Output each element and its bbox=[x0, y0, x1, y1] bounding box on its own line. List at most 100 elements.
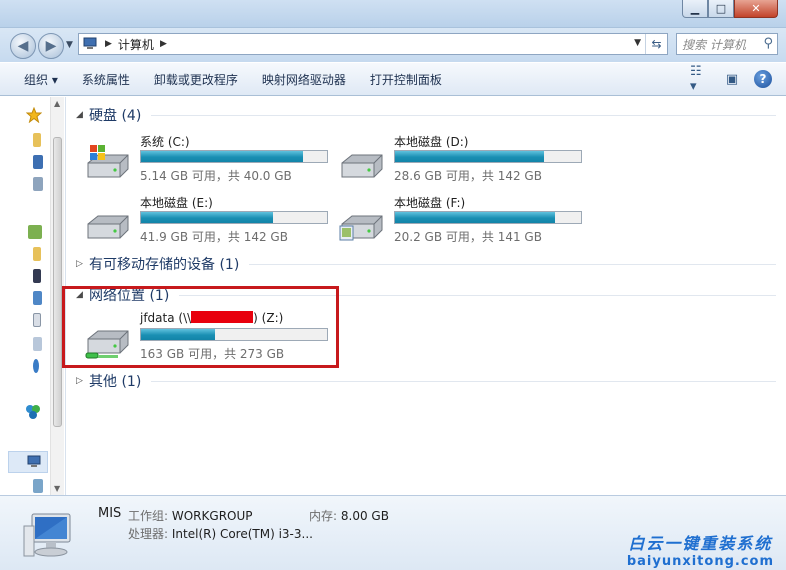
workgroup-label: 工作组: bbox=[128, 509, 169, 523]
scroll-up-icon[interactable]: ▲ bbox=[54, 99, 60, 108]
group-divider bbox=[151, 114, 776, 116]
nav-item-computer-selected[interactable] bbox=[8, 451, 48, 473]
system-drive-icon bbox=[87, 145, 129, 178]
expand-arrow-icon[interactable]: ▷ bbox=[76, 376, 89, 386]
drive-name: 本地磁盘 (E:) bbox=[140, 196, 213, 210]
group-label: 有可移动存储的设备 (1) bbox=[89, 257, 240, 273]
collapse-arrow-icon[interactable]: ◢ bbox=[76, 110, 89, 120]
window-controls: ▁ □ ✕ bbox=[682, 0, 778, 20]
close-button[interactable]: ✕ bbox=[734, 0, 778, 18]
workgroup-value: WORKGROUP bbox=[171, 509, 253, 523]
drive-d[interactable]: 本地磁盘 (D:) 28.6 GB 可用，共 142 GB bbox=[338, 133, 588, 187]
drive-free-space: 5.14 GB 可用，共 40.0 GB bbox=[140, 169, 292, 183]
memory-row: 内存: 8.00 GB bbox=[309, 507, 389, 524]
minimize-button[interactable]: ▁ bbox=[682, 0, 708, 18]
recent-pages-dropdown[interactable]: ▼ bbox=[66, 40, 73, 50]
drive-c[interactable]: 系统 (C:) 5.14 GB 可用，共 40.0 GB bbox=[84, 133, 334, 187]
breadcrumb-chevron-icon[interactable]: ▶ bbox=[105, 39, 112, 49]
drive-name: 本地磁盘 (D:) bbox=[394, 135, 469, 149]
computer-monitor-icon bbox=[23, 513, 71, 557]
title-bar: ▁ □ ✕ bbox=[0, 0, 786, 28]
command-bar: 组织 ▾ 系统属性 卸载或更改程序 映射网络驱动器 打开控制面板 ☷ ▾ ▣ ? bbox=[0, 62, 786, 96]
arrow-right-icon: ▶ bbox=[45, 38, 57, 54]
folder-icon[interactable] bbox=[33, 133, 41, 147]
group-header-removable[interactable]: ▷ 有可移动存储的设备 (1) bbox=[76, 254, 776, 274]
videos-icon[interactable] bbox=[33, 269, 41, 283]
documents-icon[interactable] bbox=[33, 313, 41, 327]
search-input[interactable]: 搜索 计算机 ⚲ bbox=[676, 33, 778, 55]
arrow-left-icon: ◀ bbox=[17, 38, 29, 54]
hard-disk-icon bbox=[339, 215, 383, 241]
group-divider bbox=[249, 263, 776, 265]
folder-icon[interactable] bbox=[33, 247, 41, 261]
hard-disk-icon bbox=[87, 215, 129, 239]
view-options-icon[interactable]: ☷ ▾ bbox=[690, 64, 710, 94]
search-placeholder: 搜索 计算机 bbox=[682, 37, 746, 52]
hard-disk-icon bbox=[341, 154, 383, 178]
expand-arrow-icon[interactable]: ▷ bbox=[76, 259, 89, 269]
memory-label: 内存: bbox=[309, 509, 338, 523]
recent-places-icon[interactable] bbox=[33, 177, 43, 191]
address-dropdown-icon[interactable]: ▼ bbox=[634, 38, 641, 48]
processor-value: Intel(R) Core(TM) i3-3... bbox=[171, 527, 313, 541]
capacity-bar-fill bbox=[141, 212, 274, 223]
map-network-drive-button[interactable]: 映射网络驱动器 bbox=[250, 71, 358, 88]
desktop-icon[interactable] bbox=[33, 155, 43, 169]
processor-label: 处理器: bbox=[128, 527, 169, 541]
preview-pane-icon[interactable]: ▣ bbox=[722, 69, 742, 89]
navigation-pane: ▲ ▼ bbox=[0, 97, 66, 495]
capacity-bar-fill bbox=[141, 151, 303, 162]
search-icon[interactable]: ⚲ bbox=[763, 36, 773, 51]
refresh-button[interactable]: ⇆ bbox=[645, 34, 667, 54]
drive-free-space: 41.9 GB 可用，共 142 GB bbox=[140, 230, 288, 244]
group-header-hard-disks[interactable]: ◢ 硬盘 (4) bbox=[76, 105, 776, 125]
memory-value: 8.00 GB bbox=[340, 509, 389, 523]
computer-icon bbox=[83, 37, 97, 49]
capacity-bar bbox=[394, 211, 582, 224]
highlight-annotation bbox=[62, 286, 339, 368]
computer-icon bbox=[27, 455, 41, 467]
help-icon[interactable]: ? bbox=[754, 70, 772, 88]
drive-f[interactable]: 本地磁盘 (F:) 20.2 GB 可用，共 141 GB bbox=[338, 194, 588, 248]
group-label: 硬盘 (4) bbox=[89, 108, 142, 124]
group-label: 其他 (1) bbox=[89, 374, 142, 390]
processor-row: 处理器: Intel(R) Core(TM) i3-3... bbox=[128, 525, 313, 542]
libraries-icon[interactable] bbox=[28, 225, 42, 239]
forward-button[interactable]: ▶ bbox=[38, 33, 64, 59]
address-bar-row: ◀ ▶ ▼ ▶ 计算机 ▶ ▼ ⇆ 搜索 计算机 ⚲ bbox=[0, 28, 786, 62]
homegroup-icon[interactable] bbox=[24, 403, 42, 421]
capacity-bar-fill bbox=[395, 212, 555, 223]
drive-name: 本地磁盘 (F:) bbox=[394, 196, 466, 210]
computer-name: MIS bbox=[98, 506, 122, 521]
network-folder-icon[interactable] bbox=[33, 337, 42, 351]
drive-name: 系统 (C:) bbox=[140, 135, 190, 149]
address-field[interactable]: ▶ 计算机 ▶ ▼ ⇆ bbox=[78, 33, 668, 55]
group-header-other[interactable]: ▷ 其他 (1) bbox=[76, 371, 776, 391]
watermark: 白云一键重装系统 baiyunxitong.com bbox=[627, 530, 774, 569]
drive-free-space: 20.2 GB 可用，共 141 GB bbox=[394, 230, 542, 244]
scroll-down-icon[interactable]: ▼ bbox=[54, 484, 60, 493]
system-properties-button[interactable]: 系统属性 bbox=[70, 71, 142, 88]
drive-free-space: 28.6 GB 可用，共 142 GB bbox=[394, 169, 542, 183]
maximize-button[interactable]: □ bbox=[708, 0, 734, 18]
drive-e[interactable]: 本地磁盘 (E:) 41.9 GB 可用，共 142 GB bbox=[84, 194, 334, 248]
favorites-star-icon[interactable] bbox=[26, 107, 42, 123]
capacity-bar-fill bbox=[395, 151, 544, 162]
back-button[interactable]: ◀ bbox=[10, 33, 36, 59]
capacity-bar bbox=[140, 211, 328, 224]
network-icon[interactable] bbox=[33, 479, 43, 493]
breadcrumb-computer[interactable]: 计算机 bbox=[118, 36, 154, 53]
workgroup-row: 工作组: WORKGROUP bbox=[128, 507, 253, 524]
breadcrumb-chevron-icon[interactable]: ▶ bbox=[160, 39, 167, 49]
open-control-panel-button[interactable]: 打开控制面板 bbox=[358, 71, 454, 88]
music-icon[interactable] bbox=[33, 359, 39, 373]
pictures-icon[interactable] bbox=[33, 291, 42, 305]
refresh-icon: ⇆ bbox=[651, 37, 662, 51]
toolbar-right: ☷ ▾ ▣ ? bbox=[690, 64, 772, 94]
group-divider bbox=[151, 380, 776, 382]
scrollbar-thumb[interactable] bbox=[53, 137, 62, 427]
watermark-chinese: 白云一键重装系统 bbox=[628, 534, 773, 553]
uninstall-program-button[interactable]: 卸载或更改程序 bbox=[142, 71, 250, 88]
watermark-url: baiyunxitong.com bbox=[626, 554, 774, 569]
organize-button[interactable]: 组织 ▾ bbox=[0, 71, 70, 88]
